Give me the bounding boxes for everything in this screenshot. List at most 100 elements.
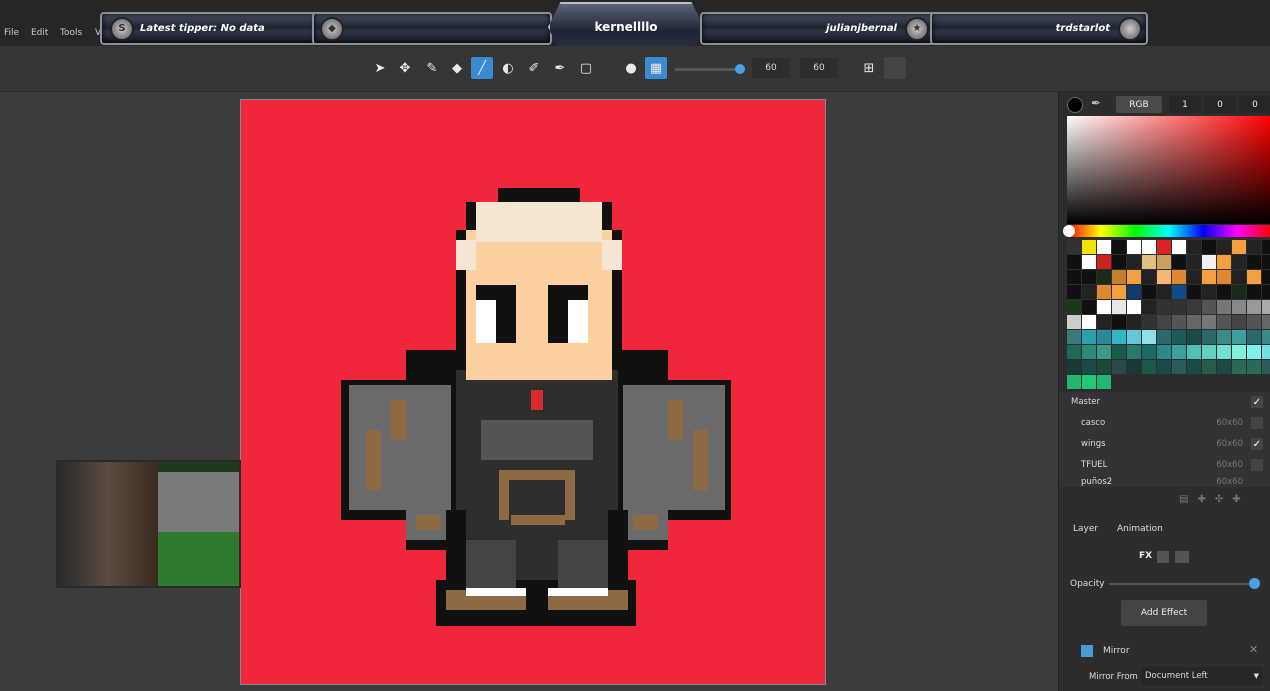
layer-master[interactable]: Master ✓ [1059, 392, 1270, 412]
palette-swatch[interactable] [1067, 375, 1081, 389]
palette-swatch[interactable] [1127, 270, 1141, 284]
palette-swatch[interactable] [1172, 255, 1186, 269]
palette-swatch[interactable] [1082, 285, 1096, 299]
add-effect-button[interactable]: Add Effect [1121, 600, 1207, 626]
palette-swatch[interactable] [1142, 330, 1156, 344]
palette-swatch[interactable] [1262, 240, 1270, 254]
palette-swatch[interactable] [1142, 255, 1156, 269]
palette-swatch[interactable] [1217, 285, 1231, 299]
palette-swatch[interactable] [1247, 240, 1261, 254]
palette-swatch[interactable] [1067, 240, 1081, 254]
palette-swatch[interactable] [1202, 240, 1216, 254]
palette-swatch[interactable] [1082, 330, 1096, 344]
palette-swatch[interactable] [1172, 330, 1186, 344]
palette-swatch[interactable] [1247, 285, 1261, 299]
palette-swatch[interactable] [1217, 255, 1231, 269]
rectangle-icon[interactable]: ▢ [575, 57, 597, 79]
palette-swatch[interactable] [1097, 345, 1111, 359]
palette-swatch[interactable] [1232, 270, 1246, 284]
palette-swatch[interactable] [1097, 285, 1111, 299]
palette-swatch[interactable] [1112, 285, 1126, 299]
palette-swatch[interactable] [1232, 345, 1246, 359]
eyedropper-icon[interactable]: ✒ [549, 57, 571, 79]
palette-swatch[interactable] [1082, 255, 1096, 269]
palette-swatch[interactable] [1097, 315, 1111, 329]
palette-swatch[interactable] [1262, 330, 1270, 344]
drawing-canvas[interactable] [240, 99, 826, 685]
palette-swatch[interactable] [1262, 270, 1270, 284]
brush-icon[interactable]: ╱ [471, 57, 493, 79]
palette-swatch[interactable] [1142, 360, 1156, 374]
palette-swatch[interactable] [1262, 345, 1270, 359]
palette-swatch[interactable] [1232, 300, 1246, 314]
eyedropper-icon[interactable]: ✒ [1091, 96, 1101, 110]
palette-swatch[interactable] [1262, 300, 1270, 314]
palette-swatch[interactable] [1112, 330, 1126, 344]
layer-row[interactable]: casco 60x60 [1059, 413, 1270, 433]
select-arrow-icon[interactable]: ➤ [369, 57, 391, 79]
tile-preview-button[interactable] [884, 57, 906, 79]
palette-swatch[interactable] [1112, 345, 1126, 359]
palette-swatch[interactable] [1097, 360, 1111, 374]
tab-animation[interactable]: Animation [1117, 524, 1163, 534]
red-input[interactable]: 1 [1169, 96, 1201, 113]
opacity-slider[interactable] [1109, 583, 1255, 585]
brush-size-knob[interactable] [735, 64, 746, 74]
palette-swatch[interactable] [1157, 315, 1171, 329]
palette-swatch[interactable] [1127, 330, 1141, 344]
palette-swatch[interactable] [1187, 330, 1201, 344]
palette-swatch[interactable] [1142, 270, 1156, 284]
palette-swatch[interactable] [1217, 345, 1231, 359]
palette-swatch[interactable] [1157, 270, 1171, 284]
saturation-picker[interactable] [1067, 116, 1270, 224]
palette-swatch[interactable] [1157, 255, 1171, 269]
close-icon[interactable]: ✕ [1249, 643, 1258, 656]
layer-master-checkbox[interactable]: ✓ [1251, 396, 1263, 408]
palette-swatch[interactable] [1172, 240, 1186, 254]
palette-swatch[interactable] [1067, 330, 1081, 344]
layer-row[interactable]: puños2 60x60 [1059, 476, 1270, 487]
palette-swatch[interactable] [1127, 360, 1141, 374]
pencil-icon[interactable]: ✎ [421, 57, 443, 79]
palette-swatch[interactable] [1187, 345, 1201, 359]
palette-swatch[interactable] [1097, 300, 1111, 314]
palette-swatch[interactable] [1187, 240, 1201, 254]
palette-swatch[interactable] [1202, 330, 1216, 344]
palette-swatch[interactable] [1247, 345, 1261, 359]
palette-swatch[interactable] [1112, 255, 1126, 269]
palette-swatch[interactable] [1112, 360, 1126, 374]
fx-icon[interactable]: FX [1139, 551, 1152, 561]
opacity-knob[interactable] [1249, 578, 1260, 589]
palette-swatch[interactable] [1097, 255, 1111, 269]
mirror-color-icon[interactable] [1081, 645, 1093, 657]
tab-layer[interactable]: Layer [1073, 524, 1098, 534]
layer-row[interactable]: TFUEL 60x60 [1059, 455, 1270, 475]
palette-swatch[interactable] [1097, 375, 1111, 389]
smudge-icon[interactable]: ✐ [523, 57, 545, 79]
menu-edit[interactable]: Edit [31, 28, 48, 38]
palette-swatch[interactable] [1127, 255, 1141, 269]
mirror-from-select[interactable]: Document Left ▼ [1141, 667, 1263, 685]
palette-swatch[interactable] [1232, 360, 1246, 374]
palette-swatch[interactable] [1067, 285, 1081, 299]
palette-swatch[interactable] [1112, 270, 1126, 284]
palette-swatch[interactable] [1067, 360, 1081, 374]
palette-swatch[interactable] [1202, 300, 1216, 314]
brush-size-input[interactable]: 60 [752, 58, 790, 78]
palette-swatch[interactable] [1217, 330, 1231, 344]
move-icon[interactable]: ✥ [394, 57, 416, 79]
menu-file[interactable]: File [4, 28, 19, 38]
palette-swatch[interactable] [1067, 300, 1081, 314]
palette-swatch[interactable] [1067, 345, 1081, 359]
palette-swatch[interactable] [1097, 330, 1111, 344]
palette-swatch[interactable] [1202, 360, 1216, 374]
palette-swatch[interactable] [1217, 360, 1231, 374]
tag-icon[interactable] [1175, 551, 1189, 563]
chart-icon[interactable] [1157, 551, 1169, 563]
palette-swatch[interactable] [1097, 270, 1111, 284]
palette-swatch[interactable] [1082, 345, 1096, 359]
palette-swatch[interactable] [1232, 315, 1246, 329]
palette-swatch[interactable] [1202, 345, 1216, 359]
palette-swatch[interactable] [1142, 285, 1156, 299]
palette-swatch[interactable] [1142, 300, 1156, 314]
